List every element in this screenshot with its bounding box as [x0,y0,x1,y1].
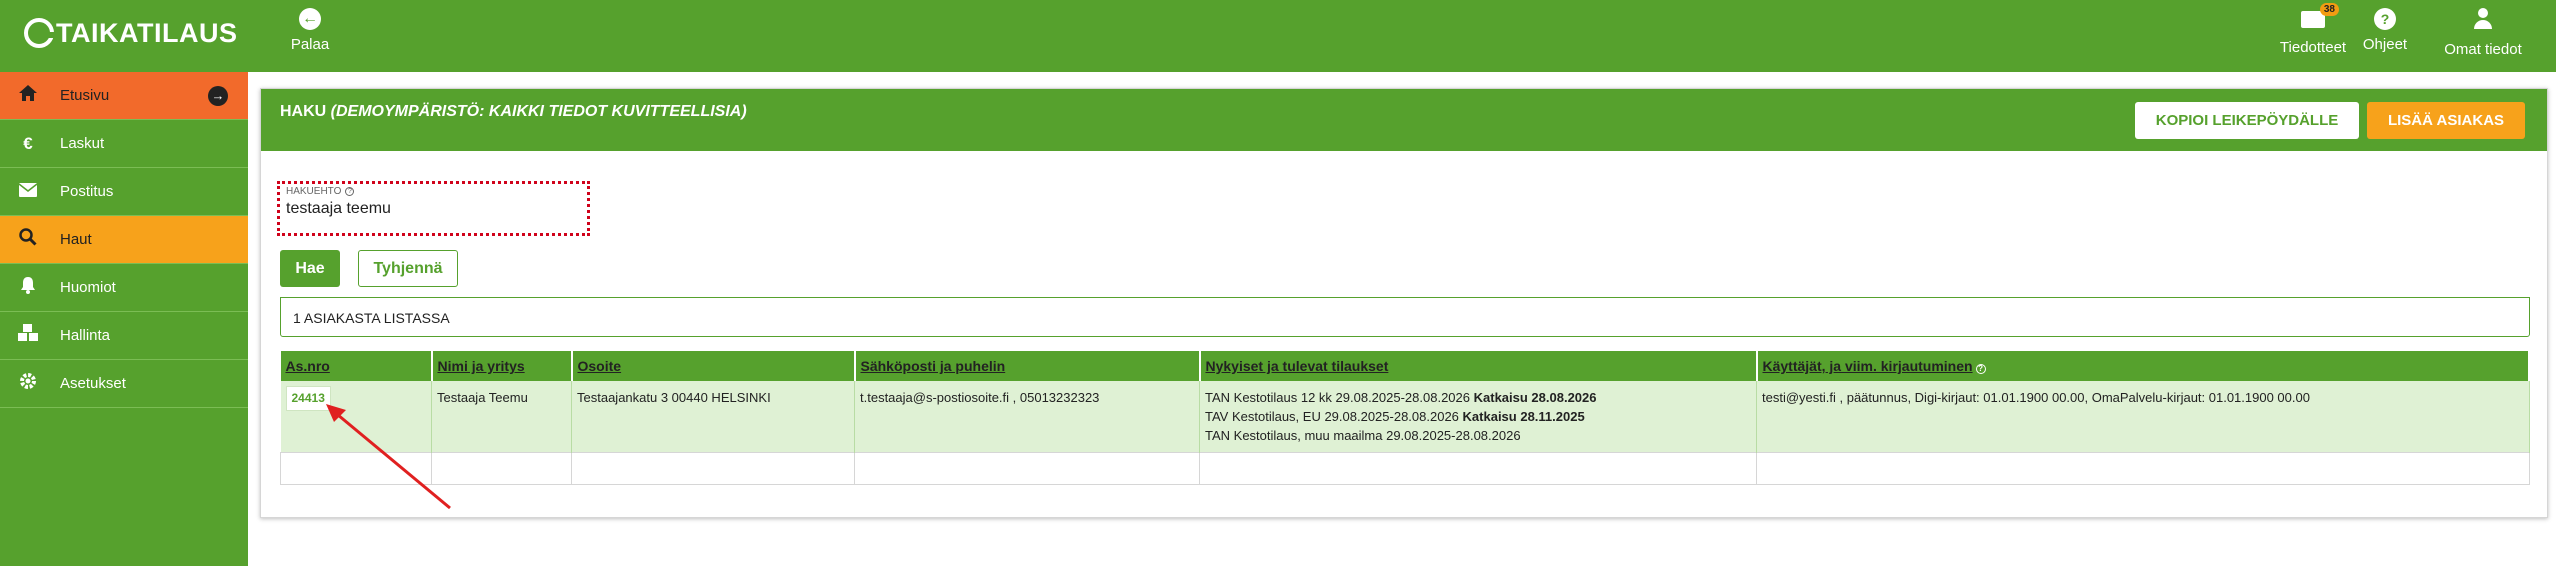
clear-button[interactable]: Tyhjennä [358,250,458,287]
sidebar-item-label: Laskut [60,135,105,152]
sidebar-item-haut[interactable]: Haut [0,216,248,264]
boxes-icon [16,324,40,347]
table-row: 24413 Testaaja Teemu Testaajankatu 3 004… [280,381,2530,453]
sidebar-item-label: Asetukset [60,375,126,392]
euro-icon: € [23,133,33,153]
profile-button[interactable]: Omat tiedot [2438,8,2528,64]
result-count: 1 ASIAKASTA LISTASSA [280,297,2530,337]
sidebar-item-hallinta[interactable]: Hallinta [0,312,248,360]
sidebar-item-postitus[interactable]: Postitus [0,168,248,216]
mail-icon: 38 [2301,3,2339,28]
panel-header: HAKU (DEMOYMPÄRISTÖ: KAIKKI TIEDOT KUVIT… [261,89,2547,151]
cell-users: testi@yesti.fi , päätunnus, Digi-kirjaut… [1756,381,2530,453]
sidebar-item-label: Haut [60,231,92,248]
sidebar-item-laskut[interactable]: € Laskut [0,120,248,168]
notifications-button[interactable]: 38 Tiedotteet [2278,3,2348,64]
top-bar: TAIKATILAUS ← Palaa 38 Tiedotteet ? Ohje… [0,0,2556,72]
column-header-asnro[interactable]: As.nro [280,351,433,381]
search-icon [16,228,40,251]
add-customer-button[interactable]: LISÄÄ ASIAKAS [2367,102,2525,139]
search-field[interactable]: HAKUEHTO ? [277,181,590,236]
cell-address: Testaajankatu 3 00440 HELSINKI [571,381,855,453]
sidebar-item-asetukset[interactable]: Asetukset [0,360,248,408]
column-header-orders[interactable]: Nykyiset ja tulevat tilaukset [1199,351,1758,381]
notification-count-badge: 38 [2319,3,2339,16]
order-line: TAV Kestotilaus, EU 29.08.2025-28.08.202… [1205,409,1585,424]
page-title: HAKU (DEMOYMPÄRISTÖ: KAIKKI TIEDOT KUVIT… [280,103,747,120]
order-line: TAN Kestotilaus 12 kk 29.08.2025-28.08.2… [1205,390,1597,405]
arrow-left-icon: ← [299,8,321,30]
help-label: Ohjeet [2362,36,2408,53]
cell-contact: t.testaaja@s-postiosoite.fi , 0501323232… [854,381,1200,453]
sidebar-item-label: Etusivu [60,87,110,104]
search-button[interactable]: Hae [280,250,340,287]
notifications-label: Tiedotteet [2279,39,2347,56]
home-icon [16,84,40,107]
table-row-empty [280,452,2530,485]
bell-icon [16,276,40,299]
user-icon [2472,8,2494,30]
back-button[interactable]: ← Palaa [280,8,340,64]
column-header-address[interactable]: Osoite [571,351,856,381]
cell-orders: TAN Kestotilaus 12 kk 29.08.2025-28.08.2… [1199,381,1757,453]
arrow-right-icon: → [208,86,228,106]
order-line: TAN Kestotilaus, muu maailma 29.08.2025-… [1205,428,1521,443]
profile-label: Omat tiedot [2444,41,2522,58]
column-header-contact[interactable]: Sähköposti ja puhelin [854,351,1201,381]
logo[interactable]: TAIKATILAUS [24,16,237,50]
gear-icon [16,372,40,395]
copy-to-clipboard-button[interactable]: KOPIOI LEIKEPÖYDÄLLE [2135,102,2359,139]
search-label: HAKUEHTO ? [286,186,581,197]
search-input[interactable] [286,200,581,218]
logo-icon [24,18,56,48]
sidebar: Etusivu → € Laskut Postitus Haut Huomiot… [0,72,248,566]
column-header-name[interactable]: Nimi ja yritys [431,351,573,381]
help-icon[interactable]: ? [1975,364,1986,374]
sidebar-item-etusivu[interactable]: Etusivu → [0,72,248,120]
help-icon: ? [2374,8,2396,30]
sidebar-item-label: Postitus [60,183,114,200]
sidebar-item-huomiot[interactable]: Huomiot [0,264,248,312]
search-panel: HAKU (DEMOYMPÄRISTÖ: KAIKKI TIEDOT KUVIT… [260,88,2548,518]
results-table: As.nro Nimi ja yritys Osoite Sähköposti … [280,351,2530,485]
annotation-arrow [326,404,451,510]
column-header-users[interactable]: Käyttäjät, ja viim. kirjautuminen? [1756,351,2530,381]
logo-text: TAIKATILAUS [56,17,238,48]
sidebar-item-label: Hallinta [60,327,111,344]
back-label: Palaa [290,36,330,53]
envelope-icon [16,182,40,202]
help-button[interactable]: ? Ohjeet [2360,8,2410,64]
page-title-note: (DEMOYMPÄRISTÖ: KAIKKI TIEDOT KUVITTEELL… [330,103,747,120]
help-icon[interactable]: ? [345,187,355,196]
sidebar-item-label: Huomiot [60,279,116,296]
